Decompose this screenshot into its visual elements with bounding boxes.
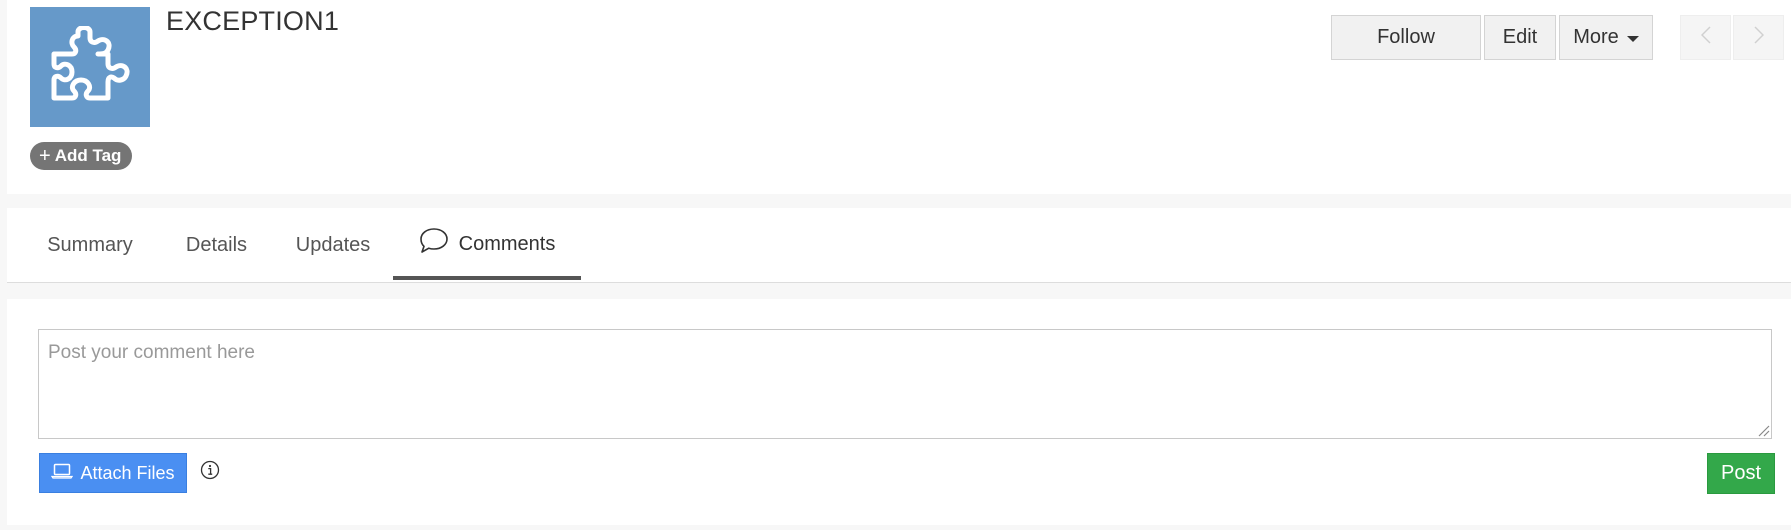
comment-input[interactable] xyxy=(38,329,1772,439)
laptop-icon xyxy=(51,463,74,484)
add-tag-label: Add Tag xyxy=(54,146,122,165)
tab-summary[interactable]: Summary xyxy=(27,208,153,283)
puzzle-piece-icon xyxy=(48,24,132,109)
record-tabs: Summary Details Updates Comments xyxy=(7,208,1791,283)
record-avatar xyxy=(30,7,150,127)
more-dropdown-button[interactable]: More xyxy=(1559,15,1653,60)
tab-comments-label: Comments xyxy=(458,232,556,255)
edit-button[interactable]: Edit xyxy=(1484,15,1556,60)
speech-bubble-icon xyxy=(419,227,449,261)
previous-record-button[interactable] xyxy=(1680,15,1731,60)
chevron-left-icon xyxy=(1700,26,1711,49)
resize-handle-icon[interactable] xyxy=(1757,424,1770,437)
comments-panel: Attach Files Post xyxy=(7,299,1791,525)
post-button[interactable]: Post xyxy=(1707,453,1775,494)
tab-comments[interactable]: Comments xyxy=(393,208,581,280)
follow-button[interactable]: Follow xyxy=(1331,15,1481,60)
tab-updates[interactable]: Updates xyxy=(279,208,387,283)
info-icon[interactable] xyxy=(200,460,220,480)
plus-icon: + xyxy=(39,145,51,167)
attach-files-button[interactable]: Attach Files xyxy=(39,453,187,493)
page-title: EXCEPTION1 xyxy=(166,6,340,36)
caret-down-icon xyxy=(1626,36,1639,42)
next-record-button[interactable] xyxy=(1733,15,1784,60)
more-label: More xyxy=(1573,26,1619,48)
add-tag-button[interactable]: + Add Tag xyxy=(30,142,133,170)
tab-details[interactable]: Details xyxy=(164,208,269,283)
record-header: EXCEPTION1 + Add Tag Follow Edit More xyxy=(7,0,1791,194)
attach-files-label: Attach Files xyxy=(80,462,175,483)
chevron-right-icon xyxy=(1753,26,1764,49)
